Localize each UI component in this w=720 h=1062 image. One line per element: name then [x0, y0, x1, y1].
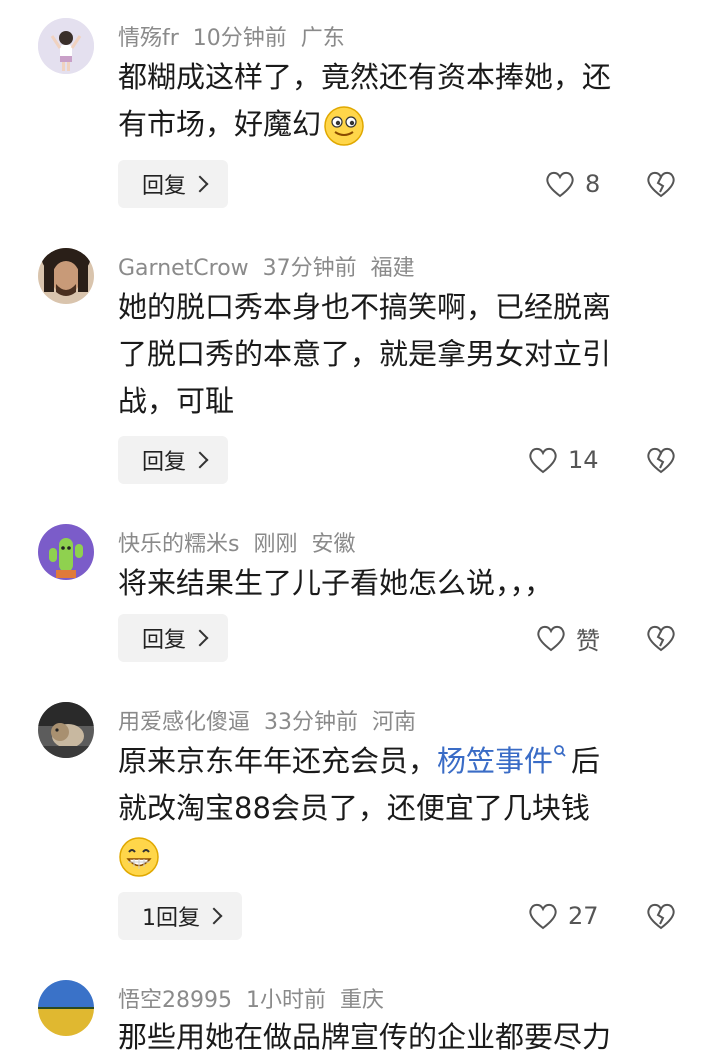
- avatar[interactable]: [38, 18, 94, 74]
- chevron-right-icon: [191, 175, 209, 193]
- location: 广东: [300, 26, 345, 51]
- comment-meta: 情殇fr 10分钟前 广东: [118, 20, 359, 52]
- username[interactable]: GarnetCrow: [118, 256, 249, 281]
- heart-outline-icon: [537, 625, 565, 652]
- timestamp: 10分钟前: [192, 26, 287, 51]
- comment-line-with-emoji: 有市场，好魔幻: [118, 101, 688, 148]
- chevron-right-icon: [191, 629, 209, 647]
- broken-heart-icon: [647, 171, 675, 198]
- comment-text: 都糊成这样了，竟然还有资本捧她，还 有市场，好魔幻: [118, 54, 688, 148]
- comment-text-segment: 原来京东年年还充会员，: [118, 744, 438, 778]
- comment-text-segment: 后: [571, 744, 601, 778]
- dislike-button[interactable]: [646, 614, 676, 662]
- avatar[interactable]: [38, 524, 94, 580]
- search-topic-label: 杨笠事件: [437, 744, 554, 778]
- comment-meta: 快乐的糯米s 刚刚 安徽: [118, 526, 370, 558]
- smile-emoji-icon: [324, 106, 364, 146]
- comment-text: 那些用她在做品牌宣传的企业都要尽力: [118, 1014, 688, 1061]
- like-button[interactable]: 8: [545, 160, 600, 208]
- search-topic-link[interactable]: 杨笠事件: [437, 744, 571, 778]
- reply-button[interactable]: 1回复: [118, 892, 242, 940]
- reply-button[interactable]: 回复: [118, 436, 229, 484]
- username[interactable]: 快乐的糯米s: [118, 532, 239, 557]
- username[interactable]: 情殇fr: [118, 26, 179, 51]
- avatar[interactable]: [38, 980, 94, 1036]
- like-label: 赞: [576, 626, 600, 655]
- dislike-button[interactable]: [646, 436, 676, 484]
- comment-line-with-link: 原来京东年年还充会员，杨笠事件后: [118, 738, 688, 785]
- broken-heart-icon: [647, 447, 675, 474]
- comment-line: 就改淘宝88会员了，还便宜了几块钱: [118, 791, 590, 825]
- reply-label: 回复: [142, 450, 187, 475]
- comment-line: 将来结果生了儿子看她怎么说，，，: [118, 566, 554, 600]
- dislike-button[interactable]: [646, 160, 676, 208]
- username[interactable]: 悟空28995: [118, 988, 232, 1013]
- avatar[interactable]: [38, 702, 94, 758]
- comment-meta: 悟空28995 1小时前 重庆: [118, 982, 398, 1014]
- location: 河南: [372, 710, 417, 735]
- location: 福建: [370, 256, 415, 281]
- like-count: 27: [568, 902, 599, 930]
- broken-heart-icon: [647, 625, 675, 652]
- comment-line: 都糊成这样了，竟然还有资本捧她，还: [118, 60, 612, 94]
- search-icon: [554, 745, 566, 757]
- dislike-button[interactable]: [646, 892, 676, 940]
- reply-button[interactable]: 回复: [118, 614, 229, 662]
- comment-text: 原来京东年年还充会员，杨笠事件后 就改淘宝88会员了，还便宜了几块钱: [118, 738, 688, 879]
- heart-outline-icon: [529, 903, 557, 930]
- broken-heart-icon: [647, 903, 675, 930]
- reply-label: 回复: [142, 628, 187, 653]
- heart-outline-icon: [546, 171, 574, 198]
- chevron-right-icon: [191, 451, 209, 469]
- comment-line: 那些用她在做品牌宣传的企业都要尽力: [118, 1020, 612, 1054]
- like-button[interactable]: 赞: [536, 614, 600, 662]
- comment-text: 将来结果生了儿子看她怎么说，，，: [118, 560, 688, 607]
- comment-line: 了脱口秀的本意了，就是拿男女对立引: [118, 337, 612, 371]
- comment-line: 战，可耻: [118, 384, 235, 418]
- reply-label: 回复: [142, 174, 187, 199]
- comment-meta: GarnetCrow 37分钟前 福建: [118, 250, 429, 282]
- comment-meta: 用爱感化傻逼 33分钟前 河南: [118, 704, 430, 736]
- reply-button[interactable]: 回复: [118, 160, 229, 208]
- timestamp: 37分钟前: [262, 256, 357, 281]
- grin-emoji-icon: [119, 837, 159, 877]
- location: 重庆: [340, 988, 385, 1013]
- location: 安徽: [311, 532, 356, 557]
- like-button[interactable]: 27: [528, 892, 599, 940]
- timestamp: 刚刚: [253, 532, 298, 557]
- like-button[interactable]: 14: [528, 436, 599, 484]
- timestamp: 1小时前: [246, 988, 326, 1013]
- comment-line-emoji: [118, 832, 688, 879]
- timestamp: 33分钟前: [264, 710, 359, 735]
- comment-text: 她的脱口秀本身也不搞笑啊，已经脱离 了脱口秀的本意了，就是拿男女对立引 战，可耻: [118, 284, 688, 425]
- username[interactable]: 用爱感化傻逼: [118, 710, 250, 735]
- avatar[interactable]: [38, 248, 94, 304]
- comment-line: 有市场，好魔幻: [118, 107, 322, 141]
- reply-label: 1回复: [142, 906, 200, 931]
- like-count: 14: [568, 446, 599, 474]
- like-count: 8: [585, 170, 601, 198]
- chevron-right-icon: [205, 907, 223, 925]
- heart-outline-icon: [529, 447, 557, 474]
- comment-line: 她的脱口秀本身也不搞笑啊，已经脱离: [118, 290, 612, 324]
